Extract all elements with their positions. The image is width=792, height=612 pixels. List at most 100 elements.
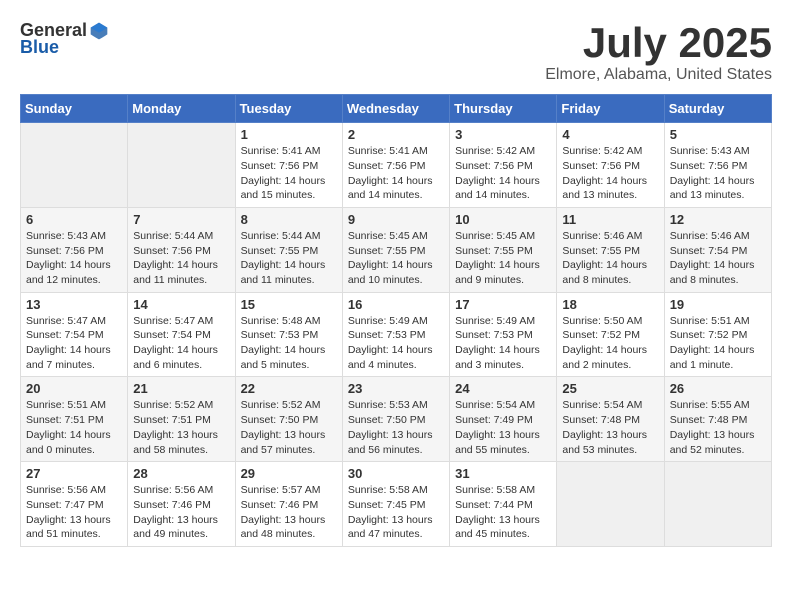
weekday-header-friday: Friday — [557, 95, 664, 123]
day-number: 24 — [455, 381, 551, 396]
calendar-week-5: 27 Sunrise: 5:56 AM Sunset: 7:47 PM Dayli… — [21, 462, 772, 547]
calendar-header-row: SundayMondayTuesdayWednesdayThursdayFrid… — [21, 95, 772, 123]
day-number: 18 — [562, 297, 658, 312]
day-info: Sunrise: 5:47 AM Sunset: 7:54 PM Dayligh… — [26, 314, 122, 373]
calendar-cell: 1 Sunrise: 5:41 AM Sunset: 7:56 PM Daylig… — [235, 123, 342, 208]
day-number: 26 — [670, 381, 766, 396]
calendar-cell: 22 Sunrise: 5:52 AM Sunset: 7:50 PM Dayli… — [235, 377, 342, 462]
calendar-cell — [557, 462, 664, 547]
day-info: Sunrise: 5:42 AM Sunset: 7:56 PM Dayligh… — [562, 144, 658, 203]
calendar-cell: 12 Sunrise: 5:46 AM Sunset: 7:54 PM Dayli… — [664, 207, 771, 292]
day-number: 6 — [26, 212, 122, 227]
day-info: Sunrise: 5:43 AM Sunset: 7:56 PM Dayligh… — [670, 144, 766, 203]
calendar-cell: 31Sunrise: 5:58 AM Sunset: 7:44 PM Dayli… — [450, 462, 557, 547]
calendar-cell: 24 Sunrise: 5:54 AM Sunset: 7:49 PM Dayli… — [450, 377, 557, 462]
day-number: 17 — [455, 297, 551, 312]
calendar-cell: 14Sunrise: 5:47 AM Sunset: 7:54 PM Dayli… — [128, 292, 235, 377]
calendar-cell: 27 Sunrise: 5:56 AM Sunset: 7:47 PM Dayli… — [21, 462, 128, 547]
calendar-week-3: 13Sunrise: 5:47 AM Sunset: 7:54 PM Dayli… — [21, 292, 772, 377]
day-info: Sunrise: 5:54 AM Sunset: 7:48 PM Dayligh… — [562, 398, 658, 457]
calendar-cell: 20 Sunrise: 5:51 AM Sunset: 7:51 PM Dayli… — [21, 377, 128, 462]
day-number: 23 — [348, 381, 444, 396]
day-info: Sunrise: 5:55 AM Sunset: 7:48 PM Dayligh… — [670, 398, 766, 457]
day-number: 5 — [670, 127, 766, 142]
weekday-header-saturday: Saturday — [664, 95, 771, 123]
day-info: Sunrise: 5:51 AM Sunset: 7:51 PM Dayligh… — [26, 398, 122, 457]
calendar-cell: 5 Sunrise: 5:43 AM Sunset: 7:56 PM Daylig… — [664, 123, 771, 208]
weekday-header-wednesday: Wednesday — [342, 95, 449, 123]
logo-blue: Blue — [20, 37, 59, 58]
day-number: 2 — [348, 127, 444, 142]
weekday-header-thursday: Thursday — [450, 95, 557, 123]
month-title: July 2025 — [545, 20, 772, 66]
day-number: 20 — [26, 381, 122, 396]
calendar-cell: 2Sunrise: 5:41 AM Sunset: 7:56 PM Daylig… — [342, 123, 449, 208]
page-header: General Blue July 2025 Elmore, Alabama, … — [20, 20, 772, 84]
calendar-cell: 30 Sunrise: 5:58 AM Sunset: 7:45 PM Dayli… — [342, 462, 449, 547]
day-info: Sunrise: 5:54 AM Sunset: 7:49 PM Dayligh… — [455, 398, 551, 457]
weekday-header-tuesday: Tuesday — [235, 95, 342, 123]
weekday-header-monday: Monday — [128, 95, 235, 123]
day-number: 30 — [348, 466, 444, 481]
calendar-cell: 23 Sunrise: 5:53 AM Sunset: 7:50 PM Dayli… — [342, 377, 449, 462]
calendar-cell — [21, 123, 128, 208]
logo: General Blue — [20, 20, 109, 58]
calendar-cell: 8Sunrise: 5:44 AM Sunset: 7:55 PM Daylig… — [235, 207, 342, 292]
day-info: Sunrise: 5:53 AM Sunset: 7:50 PM Dayligh… — [348, 398, 444, 457]
calendar-cell: 4 Sunrise: 5:42 AM Sunset: 7:56 PM Daylig… — [557, 123, 664, 208]
calendar-cell: 19 Sunrise: 5:51 AM Sunset: 7:52 PM Dayli… — [664, 292, 771, 377]
day-info: Sunrise: 5:49 AM Sunset: 7:53 PM Dayligh… — [455, 314, 551, 373]
day-number: 29 — [241, 466, 337, 481]
day-info: Sunrise: 5:56 AM Sunset: 7:47 PM Dayligh… — [26, 483, 122, 542]
calendar-cell: 29 Sunrise: 5:57 AM Sunset: 7:46 PM Dayli… — [235, 462, 342, 547]
location-title: Elmore, Alabama, United States — [545, 66, 772, 84]
title-block: July 2025 Elmore, Alabama, United States — [545, 20, 772, 84]
calendar-cell: 7Sunrise: 5:44 AM Sunset: 7:56 PM Daylig… — [128, 207, 235, 292]
calendar-cell: 16Sunrise: 5:49 AM Sunset: 7:53 PM Dayli… — [342, 292, 449, 377]
calendar-cell: 26 Sunrise: 5:55 AM Sunset: 7:48 PM Dayli… — [664, 377, 771, 462]
day-number: 19 — [670, 297, 766, 312]
day-number: 22 — [241, 381, 337, 396]
logo-icon — [89, 21, 109, 41]
day-number: 4 — [562, 127, 658, 142]
calendar-week-1: 1 Sunrise: 5:41 AM Sunset: 7:56 PM Daylig… — [21, 123, 772, 208]
day-number: 27 — [26, 466, 122, 481]
day-number: 9 — [348, 212, 444, 227]
calendar-cell: 10Sunrise: 5:45 AM Sunset: 7:55 PM Dayli… — [450, 207, 557, 292]
day-number: 15 — [241, 297, 337, 312]
day-info: Sunrise: 5:42 AM Sunset: 7:56 PM Dayligh… — [455, 144, 551, 203]
calendar-cell: 18 Sunrise: 5:50 AM Sunset: 7:52 PM Dayli… — [557, 292, 664, 377]
day-number: 1 — [241, 127, 337, 142]
day-info: Sunrise: 5:52 AM Sunset: 7:51 PM Dayligh… — [133, 398, 229, 457]
weekday-header-sunday: Sunday — [21, 95, 128, 123]
day-number: 28 — [133, 466, 229, 481]
day-info: Sunrise: 5:58 AM Sunset: 7:45 PM Dayligh… — [348, 483, 444, 542]
calendar-cell: 11Sunrise: 5:46 AM Sunset: 7:55 PM Dayli… — [557, 207, 664, 292]
calendar-cell — [128, 123, 235, 208]
day-number: 25 — [562, 381, 658, 396]
calendar-cell: 15 Sunrise: 5:48 AM Sunset: 7:53 PM Dayli… — [235, 292, 342, 377]
calendar-week-2: 6 Sunrise: 5:43 AM Sunset: 7:56 PM Daylig… — [21, 207, 772, 292]
day-info: Sunrise: 5:44 AM Sunset: 7:55 PM Dayligh… — [241, 229, 337, 288]
day-number: 12 — [670, 212, 766, 227]
day-info: Sunrise: 5:43 AM Sunset: 7:56 PM Dayligh… — [26, 229, 122, 288]
day-info: Sunrise: 5:41 AM Sunset: 7:56 PM Dayligh… — [241, 144, 337, 203]
day-info: Sunrise: 5:45 AM Sunset: 7:55 PM Dayligh… — [455, 229, 551, 288]
calendar-cell: 21 Sunrise: 5:52 AM Sunset: 7:51 PM Dayli… — [128, 377, 235, 462]
calendar-cell: 13Sunrise: 5:47 AM Sunset: 7:54 PM Dayli… — [21, 292, 128, 377]
calendar-cell: 3Sunrise: 5:42 AM Sunset: 7:56 PM Daylig… — [450, 123, 557, 208]
calendar-table: SundayMondayTuesdayWednesdayThursdayFrid… — [20, 94, 772, 547]
day-info: Sunrise: 5:52 AM Sunset: 7:50 PM Dayligh… — [241, 398, 337, 457]
day-info: Sunrise: 5:56 AM Sunset: 7:46 PM Dayligh… — [133, 483, 229, 542]
calendar-cell — [664, 462, 771, 547]
day-number: 16 — [348, 297, 444, 312]
day-number: 11 — [562, 212, 658, 227]
day-info: Sunrise: 5:57 AM Sunset: 7:46 PM Dayligh… — [241, 483, 337, 542]
day-info: Sunrise: 5:48 AM Sunset: 7:53 PM Dayligh… — [241, 314, 337, 373]
day-info: Sunrise: 5:46 AM Sunset: 7:54 PM Dayligh… — [670, 229, 766, 288]
calendar-cell: 9Sunrise: 5:45 AM Sunset: 7:55 PM Daylig… — [342, 207, 449, 292]
day-info: Sunrise: 5:50 AM Sunset: 7:52 PM Dayligh… — [562, 314, 658, 373]
calendar-cell: 17 Sunrise: 5:49 AM Sunset: 7:53 PM Dayli… — [450, 292, 557, 377]
day-number: 21 — [133, 381, 229, 396]
day-info: Sunrise: 5:51 AM Sunset: 7:52 PM Dayligh… — [670, 314, 766, 373]
